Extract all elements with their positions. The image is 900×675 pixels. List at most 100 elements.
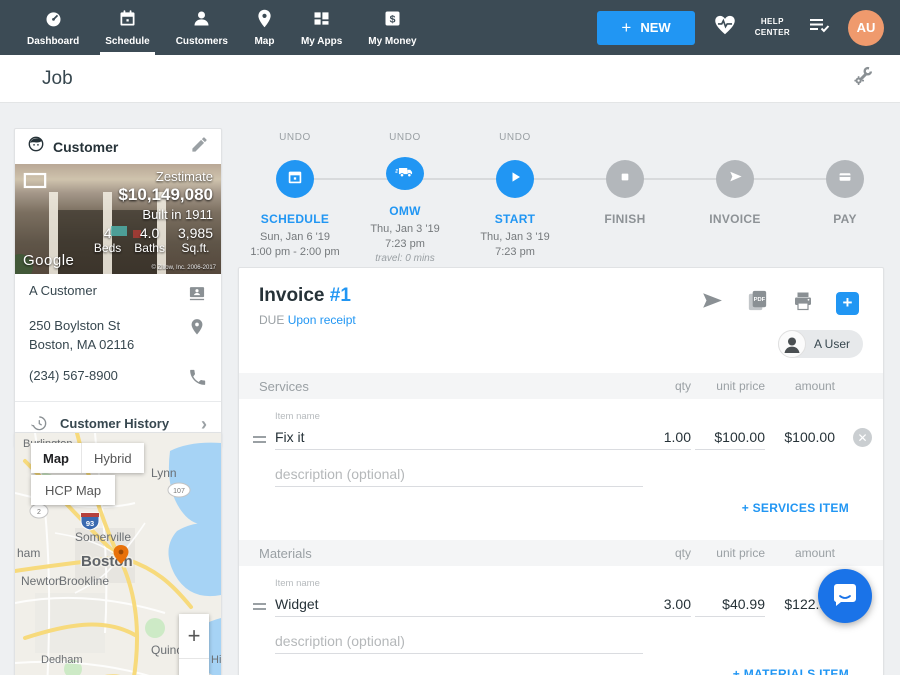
nav-item-map[interactable]: Map [241,0,288,55]
nav-item-dashboard[interactable]: Dashboard [14,0,92,55]
undo-omw-link[interactable]: UNDO [389,132,421,149]
nav-item-customers[interactable]: Customers [163,0,241,55]
chevron-right-icon: › [201,418,207,430]
user-avatar[interactable]: AU [848,10,884,46]
invoice-title: Invoice #1 [259,285,351,307]
unit-price-column-header: unit price [695,379,765,393]
travel-time: travel: 0 mins [375,253,434,264]
baths-stat: 4.0 Baths [134,225,165,255]
service-qty-input[interactable] [631,424,691,450]
new-button-label: NEW [640,20,670,35]
svg-text:$: $ [390,13,396,25]
nav-label: My Money [368,36,416,47]
invoice-step-button[interactable] [716,160,754,198]
schedule-step-button[interactable] [276,160,314,198]
service-unit-price-input[interactable] [695,424,765,450]
map-label-lynn: Lynn [151,466,177,480]
qty-column-header: qty [631,379,691,393]
item-name-label: Item name [275,411,320,422]
map-type-hybrid-button[interactable]: Hybrid [81,443,144,473]
new-button[interactable]: + NEW [597,11,694,45]
print-icon[interactable] [791,289,815,318]
service-item-name-input[interactable] [275,424,643,450]
nav-item-my-money[interactable]: $ My Money [355,0,429,55]
health-heart-icon[interactable] [712,12,738,43]
add-material-item-link[interactable]: + MATERIALS ITEM [733,667,849,675]
credit-card-icon-button[interactable] [826,160,864,198]
due-terms-link[interactable]: Upon receipt [288,313,356,327]
finish-step-button[interactable] [606,160,644,198]
zoom-in-button[interactable]: + [179,614,209,658]
job-settings-icon[interactable] [850,64,874,93]
customer-history-label: Customer History [60,416,169,431]
map-canvas[interactable]: 107 2 93 Burlington Lynn Somerville ham … [15,433,221,675]
map-label-newton: Newton [21,574,62,588]
interstate-shield-93: 93 [81,513,99,530]
materials-section-title: Materials [259,546,312,561]
nav-item-my-apps[interactable]: My Apps [288,0,355,55]
assigned-user-pill[interactable]: A User [778,330,863,358]
map-zoom-control: + − [179,614,209,675]
dollar-icon: $ [382,8,403,32]
hcp-map-button[interactable]: HCP Map [31,475,115,505]
add-invoice-button[interactable]: + [836,292,859,315]
zoom-out-button[interactable]: − [179,658,209,675]
undo-start-link[interactable]: UNDO [499,132,531,152]
invoice-title-text: Invoice [259,285,324,306]
nav-label: My Apps [301,36,342,47]
material-item-name-input[interactable] [275,591,643,617]
step-date-line2: 1:00 pm - 2:00 pm [250,245,339,260]
property-photo: Zestimate $10,149,080 Built in 1911 4 Be… [15,164,221,274]
customer-name: A Customer [29,283,97,298]
customer-address-row: 250 Boylston St Boston, MA 02116 [15,313,221,362]
play-icon [505,167,525,192]
service-amount: $100.00 [769,429,835,445]
map-label-waltham: ham [17,546,40,560]
location-pin-icon[interactable] [187,317,207,340]
step-label: START [495,212,536,226]
services-section-title: Services [259,379,309,394]
phone-icon[interactable] [188,368,207,390]
route-shield-107: 107 [168,483,190,497]
invoice-panel: Invoice #1 DUE Upon receipt PDF + A User… [238,267,884,675]
invoice-number-link[interactable]: #1 [330,285,351,306]
send-invoice-icon[interactable] [699,288,724,318]
map-type-map-button[interactable]: Map [31,443,81,473]
material-description-input[interactable] [275,628,643,654]
page-bar: Job [0,55,900,103]
omw-step-button[interactable] [386,157,424,190]
built-year: Built in 1911 [94,207,213,222]
edit-pencil-icon[interactable] [190,135,209,159]
material-unit-price-input[interactable] [695,591,765,617]
assignee-avatar-icon [778,330,806,358]
chat-bubble-button[interactable] [818,569,872,623]
checklist-icon[interactable] [807,13,831,42]
step-label: FINISH [604,212,645,226]
step-label: INVOICE [709,212,760,226]
nav-label: Schedule [105,36,149,47]
customer-card-title: Customer [53,139,118,155]
materials-section-header: Materials qty unit price amount [239,540,883,566]
help-center-link[interactable]: HELP CENTER [755,17,790,39]
undo-schedule-link[interactable]: UNDO [279,132,311,152]
nav-item-schedule[interactable]: Schedule [92,0,162,55]
remove-service-item-button[interactable]: ✕ [853,428,872,447]
truck-icon [395,161,416,187]
timeline-step-pay: PAY [790,132,900,264]
service-description-input[interactable] [275,461,643,487]
customer-phone-row: (234) 567-8900 [15,362,221,397]
address-line2: Boston, MA 02116 [29,337,134,352]
customer-phone: (234) 567-8900 [29,368,118,383]
step-date-line2: 7:23 pm [480,245,549,260]
start-step-button[interactable] [496,160,534,198]
drag-handle[interactable] [253,600,266,613]
add-service-item-link[interactable]: + SERVICES ITEM [742,501,849,515]
material-qty-input[interactable] [631,591,691,617]
drag-handle[interactable] [253,433,266,446]
customer-name-row: A Customer [15,274,221,313]
contact-card-icon[interactable] [187,283,207,306]
zestimate-value: $10,149,080 [94,185,213,205]
step-date-line1: Sun, Jan 6 '19 [250,230,339,245]
pdf-icon[interactable]: PDF [745,288,770,318]
page-title: Job [42,68,73,90]
